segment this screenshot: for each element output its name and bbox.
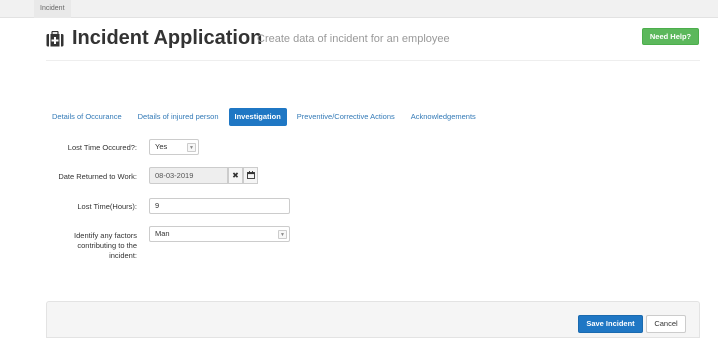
calendar-icon[interactable] — [243, 167, 258, 184]
header-divider — [46, 60, 700, 61]
tab-details-of-occurance[interactable]: Details of Occurance — [46, 108, 128, 126]
factors-label: Identify any factors contributing to the… — [74, 231, 137, 260]
tab-bar: Details of Occurance Details of injured … — [46, 108, 486, 126]
need-help-button[interactable]: Need Help? — [642, 28, 699, 45]
page-title: Incident Application — [72, 27, 263, 49]
tab-preventive-corrective-actions[interactable]: Preventive/Corrective Actions — [291, 108, 401, 126]
chevron-down-icon: ▼ — [187, 143, 196, 152]
lost-time-occured-label: Lost Time Occured?: — [67, 143, 137, 152]
cancel-button[interactable]: Cancel — [646, 315, 686, 333]
close-icon[interactable]: ✖ — [228, 167, 243, 184]
date-returned-input[interactable]: 08-03-2019 — [149, 167, 228, 184]
page-subtitle: Create data of incident for an employee — [257, 33, 450, 45]
factors-select[interactable]: Man ▼ — [149, 226, 290, 242]
breadcrumb: Incident — [0, 0, 718, 18]
save-incident-button[interactable]: Save Incident — [578, 315, 643, 333]
date-returned-label: Date Returned to Work: — [58, 172, 137, 181]
factors-value: Man — [155, 229, 170, 238]
lost-time-hours-label: Lost Time(Hours): — [77, 202, 137, 211]
tab-investigation[interactable]: Investigation — [228, 108, 287, 126]
tab-acknowledgements[interactable]: Acknowledgements — [405, 108, 482, 126]
breadcrumb-item-incident[interactable]: Incident — [34, 0, 71, 18]
chevron-down-icon: ▼ — [278, 230, 287, 239]
lost-time-occured-value: Yes — [155, 142, 168, 151]
first-aid-kit-icon — [46, 30, 64, 47]
tab-details-of-injured-person[interactable]: Details of injured person — [132, 108, 225, 126]
lost-time-hours-input[interactable]: 9 — [149, 198, 290, 214]
lost-time-occured-select[interactable]: Yes ▼ — [149, 139, 199, 155]
